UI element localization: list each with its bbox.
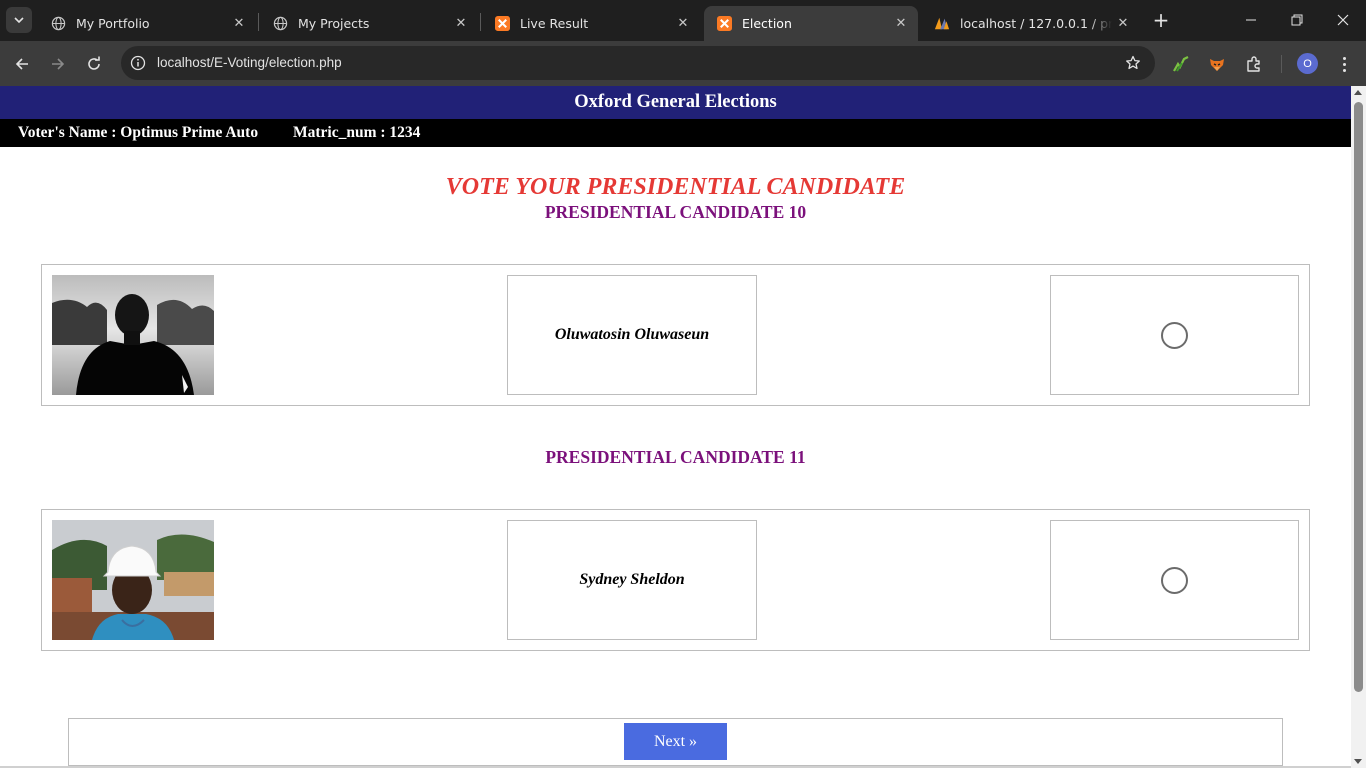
close-icon[interactable]: ✕ [450,13,472,35]
minimize-button[interactable] [1228,0,1274,40]
tab-my-portfolio[interactable]: My Portfolio ✕ [38,6,256,41]
tab-divider [258,13,259,31]
globe-icon [272,16,288,32]
minimize-icon [1246,19,1256,21]
browser-tabstrip: My Portfolio ✕ My Projects ✕ Live Result… [0,0,1366,41]
tab-election[interactable]: Election ✕ [704,6,918,41]
address-bar[interactable]: localhost/E-Voting/election.php [121,46,1155,80]
tab-divider [480,13,481,31]
xampp-icon [494,16,510,32]
reload-icon [88,56,100,70]
chevron-down-icon [14,17,24,24]
vote-radio-button[interactable] [1161,321,1188,349]
restore-button[interactable] [1274,0,1320,40]
toolbar-divider [1281,55,1282,73]
candidate-heading: PRESIDENTIAL CANDIDATE 11 [545,447,806,467]
tab-search-button[interactable] [6,7,32,33]
forward-button[interactable] [44,50,72,78]
close-icon[interactable]: ✕ [890,13,912,35]
url-text[interactable]: localhost/E-Voting/election.php [157,46,342,80]
page-viewport: Oxford General Elections Voter's Name : … [0,86,1351,768]
voter-info-bar: Voter's Name : Optimus Prime Auto Matric… [0,119,1351,147]
vote-option-box [1050,275,1299,395]
back-button[interactable] [8,50,36,78]
close-icon[interactable]: ✕ [672,13,694,35]
arrow-left-icon [15,58,28,70]
vote-title: VOTE YOUR PRESIDENTIAL CANDIDATE [445,174,906,200]
candidate-name: Sydney Sheldon [507,520,757,640]
candidate-name: Oluwatosin Oluwaseun [507,275,757,395]
scroll-up-arrow-icon[interactable] [1354,90,1362,95]
candidate-row: Sydney Sheldon [41,509,1310,651]
candidate-photo [52,520,214,640]
voter-name: Voter's Name : Optimus Prime Auto [18,124,259,141]
browser-menu-icon[interactable] [1333,52,1355,76]
arrow-right-icon [52,58,65,70]
candidate-heading: PRESIDENTIAL CANDIDATE 10 [544,202,807,222]
tab-title: My Portfolio [76,16,150,31]
next-button[interactable]: Next » [624,723,727,760]
close-icon[interactable]: ✕ [228,13,250,35]
tab-title: Election [742,16,792,31]
close-window-button[interactable] [1320,0,1366,40]
candidate-row: Oluwatosin Oluwaseun [41,264,1310,406]
tab-phpmyadmin[interactable]: localhost / 127.0.0.1 / projec ✕ [922,6,1140,41]
tab-live-result[interactable]: Live Result ✕ [482,6,700,41]
site-header: Oxford General Elections [0,86,1351,119]
tab-title: localhost / 127.0.0.1 / projec [960,16,1112,31]
restore-icon [1291,14,1303,26]
close-icon[interactable]: ✕ [1112,13,1134,35]
vertical-scrollbar[interactable] [1351,86,1366,768]
extension-fox-icon[interactable] [1205,52,1229,76]
bookmark-star-icon[interactable] [1123,53,1143,73]
new-tab-button[interactable]: + [1149,8,1173,32]
scroll-down-arrow-icon[interactable] [1354,759,1362,764]
browser-toolbar: localhost/E-Voting/election.php O [0,41,1366,86]
tab-title: My Projects [298,16,370,31]
candidate-photo [52,275,214,395]
close-icon [1337,14,1349,26]
next-button-container: Next » [68,718,1283,766]
site-info-icon[interactable] [127,52,149,74]
vote-option-box [1050,520,1299,640]
tab-title: Live Result [520,16,589,31]
extensions-puzzle-icon[interactable] [1242,52,1266,76]
scrollbar-thumb[interactable] [1354,102,1363,692]
reload-button[interactable] [80,50,108,78]
xampp-icon [716,16,732,32]
tab-my-projects[interactable]: My Projects ✕ [260,6,478,41]
globe-icon [50,16,66,32]
profile-avatar[interactable]: O [1297,53,1318,74]
vote-radio-button[interactable] [1161,566,1188,594]
matric-number: Matric_num : 1234 [293,124,421,141]
extension-signal-icon[interactable] [1169,52,1193,76]
phpmyadmin-icon [934,16,950,32]
